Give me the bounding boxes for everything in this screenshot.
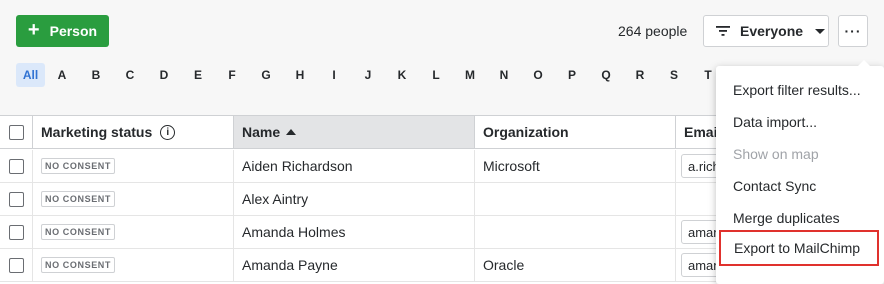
filter-icon bbox=[716, 26, 730, 36]
alpha-all[interactable]: All bbox=[16, 63, 45, 87]
more-actions-menu: Export filter results... Data import... … bbox=[716, 60, 884, 284]
alpha-letter[interactable]: C bbox=[113, 63, 147, 87]
filter-dropdown[interactable]: Everyone bbox=[703, 15, 829, 47]
alpha-letter[interactable]: M bbox=[453, 63, 487, 87]
row-select-cell bbox=[0, 150, 33, 182]
consent-badge: NO CONSENT bbox=[41, 158, 116, 174]
people-count: 264 people bbox=[618, 23, 688, 39]
alpha-letter[interactable]: D bbox=[147, 63, 181, 87]
row-checkbox[interactable] bbox=[9, 257, 24, 273]
organization-cell[interactable]: Microsoft bbox=[475, 150, 676, 182]
consent-badge: NO CONSENT bbox=[41, 257, 116, 273]
more-actions-button[interactable]: ··· bbox=[838, 15, 868, 47]
menu-item-export-to-mailchimp[interactable]: Export to MailChimp bbox=[719, 230, 879, 266]
row-checkbox[interactable] bbox=[9, 158, 24, 174]
menu-item-export-filter-results[interactable]: Export filter results... bbox=[716, 74, 884, 106]
menu-item-show-on-map: Show on map bbox=[733, 146, 819, 162]
marketing-status-cell: NO CONSENT bbox=[33, 216, 234, 248]
info-icon[interactable]: i bbox=[160, 124, 176, 140]
more-icon: ··· bbox=[844, 23, 862, 39]
alpha-letter[interactable]: I bbox=[317, 63, 351, 87]
alpha-letter[interactable]: N bbox=[487, 63, 521, 87]
select-all-cell bbox=[0, 116, 33, 148]
marketing-status-cell: NO CONSENT bbox=[33, 249, 234, 281]
consent-badge: NO CONSENT bbox=[41, 191, 116, 207]
select-all-checkbox[interactable] bbox=[9, 124, 24, 140]
alpha-letter[interactable]: B bbox=[79, 63, 113, 87]
alpha-letter[interactable]: H bbox=[283, 63, 317, 87]
marketing-status-cell: NO CONSENT bbox=[33, 183, 234, 215]
marketing-status-cell: NO CONSENT bbox=[33, 150, 234, 182]
alpha-letter[interactable]: O bbox=[521, 63, 555, 87]
consent-badge: NO CONSENT bbox=[41, 224, 116, 240]
column-marketing-status[interactable]: Marketing status i bbox=[33, 116, 234, 148]
alpha-letter[interactable]: J bbox=[351, 63, 385, 87]
name-cell[interactable]: Aiden Richardson bbox=[234, 150, 475, 182]
alpha-letter[interactable]: L bbox=[419, 63, 453, 87]
row-select-cell bbox=[0, 183, 33, 215]
alpha-letter[interactable]: A bbox=[45, 63, 79, 87]
filter-label: Everyone bbox=[740, 23, 804, 39]
alpha-letter[interactable]: P bbox=[555, 63, 589, 87]
name-cell[interactable]: Amanda Payne bbox=[234, 249, 475, 281]
alpha-letter[interactable]: F bbox=[215, 63, 249, 87]
column-label: Name bbox=[242, 124, 281, 140]
organization-cell[interactable] bbox=[475, 183, 676, 215]
alpha-letter[interactable]: R bbox=[623, 63, 657, 87]
organization-cell[interactable] bbox=[475, 216, 676, 248]
column-label: Organization bbox=[483, 124, 569, 140]
add-person-label: Person bbox=[49, 23, 98, 39]
menu-item-data-import[interactable]: Data import... bbox=[716, 106, 884, 138]
menu-item-contact-sync[interactable]: Contact Sync bbox=[716, 170, 884, 202]
add-person-button[interactable]: + Person bbox=[16, 15, 109, 47]
row-checkbox[interactable] bbox=[9, 224, 24, 240]
row-checkbox[interactable] bbox=[9, 191, 24, 207]
column-name[interactable]: Name bbox=[234, 116, 475, 148]
alphabet-filter: All A B C D E F G H I J K L M N O P Q R … bbox=[16, 63, 759, 87]
alpha-letter[interactable]: Q bbox=[589, 63, 623, 87]
organization-cell[interactable]: Oracle bbox=[475, 249, 676, 281]
row-select-cell bbox=[0, 216, 33, 248]
chevron-down-icon bbox=[815, 28, 826, 34]
alpha-letter[interactable]: G bbox=[249, 63, 283, 87]
alpha-letter[interactable]: S bbox=[657, 63, 691, 87]
alpha-letter[interactable]: E bbox=[181, 63, 215, 87]
column-label: Marketing status bbox=[41, 124, 153, 140]
plus-icon: + bbox=[27, 19, 40, 41]
row-select-cell bbox=[0, 249, 33, 281]
column-organization[interactable]: Organization bbox=[475, 116, 676, 148]
name-cell[interactable]: Alex Aintry bbox=[234, 183, 475, 215]
alpha-letter[interactable]: K bbox=[385, 63, 419, 87]
sort-ascending-icon bbox=[286, 129, 297, 135]
name-cell[interactable]: Amanda Holmes bbox=[234, 216, 475, 248]
